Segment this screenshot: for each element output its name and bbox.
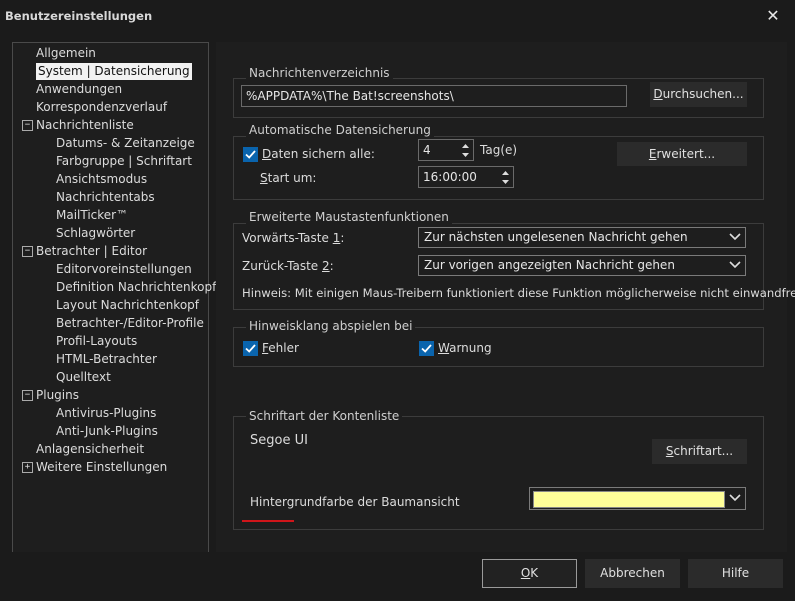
expand-icon[interactable]: + xyxy=(22,462,33,473)
save-every-checkbox[interactable] xyxy=(243,147,258,162)
bg-color-select[interactable] xyxy=(529,487,746,510)
collapse-icon[interactable]: − xyxy=(22,120,33,131)
spin-down-icon[interactable] xyxy=(459,151,472,160)
forward-value: Zur nächsten ungelesenen Nachricht gehen xyxy=(424,230,688,244)
collapse-icon[interactable]: − xyxy=(22,246,33,257)
start-label: Start um: xyxy=(260,171,317,185)
mouse-hint: Hinweis: Mit einigen Maus-Treibern funkt… xyxy=(242,286,795,300)
tree-item[interactable]: Datums- & Zeitanzeige xyxy=(56,135,195,152)
tree-item[interactable]: Nachrichtenliste xyxy=(36,117,134,134)
mouse-legend: Erweiterte Maustastenfunktionen xyxy=(246,210,452,224)
spin-down-icon[interactable] xyxy=(499,178,512,187)
spin-up-icon[interactable] xyxy=(459,141,472,150)
tree-item[interactable]: Allgemein xyxy=(36,45,96,62)
checkmark-icon xyxy=(245,150,256,159)
tree-item[interactable]: Quelltext xyxy=(56,369,111,386)
sound-group xyxy=(233,327,764,367)
days-value: 4 xyxy=(423,143,431,157)
tree-item[interactable]: Editorvoreinstellungen xyxy=(56,261,192,278)
settings-tree[interactable]: Allgemein System | Datensicherung Anwendun… xyxy=(12,42,216,554)
checkmark-icon xyxy=(421,344,432,353)
font-legend: Schriftart der Kontenliste xyxy=(246,409,403,423)
tree-item[interactable]: Weitere Einstellungen xyxy=(36,459,167,476)
warning-label: Warnung xyxy=(438,341,492,355)
forward-label: Vorwärts-Taste 1: xyxy=(242,231,345,245)
browse-button-label: urchsuchen... xyxy=(662,87,744,101)
cancel-button[interactable]: Abbrechen xyxy=(585,559,680,588)
font-group xyxy=(233,416,764,530)
tree-item[interactable]: Nachrichtentabs xyxy=(56,189,155,206)
tree-item[interactable]: System | Datensicherung xyxy=(36,63,192,80)
error-label: Fehler xyxy=(262,341,299,355)
ok-button-label: K xyxy=(530,566,539,580)
tree-item[interactable]: Definition Nachrichtenkopf xyxy=(56,279,216,296)
back-select[interactable]: Zur vorigen angezeigten Nachricht gehen xyxy=(418,255,746,276)
annotation-underline xyxy=(242,520,294,522)
tree-item[interactable]: Layout Nachrichtenkopf xyxy=(56,297,199,314)
window-title: Benutzereinstellungen xyxy=(5,9,153,23)
msgdir-legend: Nachrichtenverzeichnis xyxy=(246,66,393,80)
start-time-value: 16:00:00 xyxy=(423,170,477,184)
back-label: Zurück-Taste 2: xyxy=(242,259,334,273)
help-button[interactable]: Hilfe xyxy=(688,559,783,588)
collapse-icon[interactable]: − xyxy=(22,390,33,401)
days-stepper[interactable]: 4 xyxy=(418,139,474,161)
tree-item[interactable]: HTML-Betrachter xyxy=(56,351,157,368)
msgdir-path-field[interactable]: %APPDATA%\The Bat!screenshots\ xyxy=(241,85,627,107)
chevron-down-icon xyxy=(729,261,741,269)
sound-legend: Hinweisklang abspielen bei xyxy=(246,319,416,333)
tree-item[interactable]: Ansichtsmodus xyxy=(56,171,147,188)
font-button-label: chriftart... xyxy=(673,444,734,458)
dialog-footer: OK Abbrechen Hilfe xyxy=(0,552,795,601)
days-unit: Tag(e) xyxy=(480,143,518,157)
current-font-name: Segoe UI xyxy=(250,433,308,448)
advanced-button-label: rweitert... xyxy=(656,147,716,161)
tree-item[interactable]: Antivirus-Plugins xyxy=(56,405,156,422)
chevron-down-icon xyxy=(729,494,741,502)
forward-select[interactable]: Zur nächsten ungelesenen Nachricht gehen xyxy=(418,227,746,248)
advanced-button[interactable]: Erweitert... xyxy=(617,142,747,166)
ok-button[interactable]: OK xyxy=(482,559,577,588)
color-swatch xyxy=(533,491,725,508)
checkmark-icon xyxy=(245,344,256,353)
start-time-field[interactable]: 16:00:00 xyxy=(418,166,514,188)
tree-item[interactable]: Plugins xyxy=(36,387,79,404)
backup-legend: Automatische Datensicherung xyxy=(246,123,434,137)
tree-item[interactable]: Profil-Layouts xyxy=(56,333,137,350)
bg-color-label: Hintergrundfarbe der Baumansicht xyxy=(250,495,460,509)
warning-checkbox[interactable] xyxy=(419,341,434,356)
back-value: Zur vorigen angezeigten Nachricht gehen xyxy=(424,258,675,272)
browse-button[interactable]: Durchsuchen... xyxy=(650,82,747,107)
font-button[interactable]: Schriftart... xyxy=(652,439,747,464)
tree-item[interactable]: MailTicker™ xyxy=(56,207,128,224)
tree-item[interactable]: Betrachter | Editor xyxy=(36,243,147,260)
settings-panel: Nachrichtenverzeichnis %APPDATA%\The Bat… xyxy=(216,42,795,552)
title-bar: Benutzereinstellungen ✕ xyxy=(0,0,795,32)
tree-item[interactable]: Anwendungen xyxy=(36,81,122,98)
chevron-down-icon xyxy=(729,233,741,241)
save-every-label: Daten sichern alle: xyxy=(262,147,375,161)
tree-item[interactable]: Farbgruppe | Schriftart xyxy=(56,153,192,170)
tree-item[interactable]: Schlagwörter xyxy=(56,225,135,242)
tree-item[interactable]: Anti-Junk-Plugins xyxy=(56,423,158,440)
tree-item[interactable]: Betrachter-/Editor-Profile xyxy=(56,315,204,332)
tree-item[interactable]: Korrespondenzverlauf xyxy=(36,99,167,116)
close-icon[interactable]: ✕ xyxy=(758,3,788,29)
error-checkbox[interactable] xyxy=(243,341,258,356)
tree-item[interactable]: Anlagensicherheit xyxy=(36,441,144,458)
spin-up-icon[interactable] xyxy=(499,168,512,177)
